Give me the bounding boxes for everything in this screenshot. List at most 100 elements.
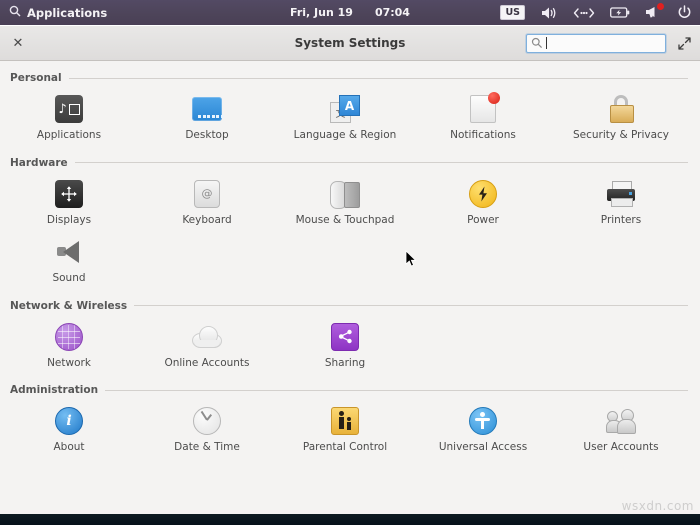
- item-label: Parental Control: [302, 441, 388, 454]
- search-icon: [531, 34, 543, 53]
- speaker-icon: [53, 236, 85, 268]
- item-label: Power: [467, 213, 499, 226]
- section-header: Hardware: [0, 154, 700, 172]
- settings-item-notifications[interactable]: Notifications: [414, 92, 552, 152]
- section-network-wireless: Network & Wireless Network Online Accoun…: [0, 297, 700, 380]
- section-header: Administration: [0, 381, 700, 399]
- search-input[interactable]: [543, 35, 661, 52]
- item-label: Universal Access: [438, 441, 528, 454]
- section-divider: [74, 162, 688, 164]
- settings-item-sound[interactable]: Sound: [0, 236, 138, 295]
- maximize-button[interactable]: [674, 33, 694, 53]
- globe-icon: [53, 321, 85, 353]
- item-label: Desktop: [185, 129, 229, 141]
- section-header: Personal: [0, 69, 700, 87]
- bottom-bar: [0, 514, 700, 525]
- item-label: Date & Time: [174, 441, 240, 454]
- settings-item-language-region[interactable]: 文A Language & Region: [276, 93, 414, 152]
- search-icon: [9, 5, 21, 20]
- settings-item-security-privacy[interactable]: Security & Privacy: [552, 93, 690, 152]
- users-icon: [605, 405, 637, 437]
- item-label: Network: [47, 356, 91, 369]
- accessibility-icon: [467, 405, 499, 437]
- titlebar-controls: [526, 33, 694, 53]
- settings-item-online-accounts[interactable]: Online Accounts: [138, 321, 276, 380]
- item-label: About: [53, 441, 85, 454]
- settings-item-network[interactable]: Network: [0, 321, 138, 380]
- notifications-icon[interactable]: [645, 2, 664, 24]
- settings-item-user-accounts[interactable]: User Accounts: [552, 405, 690, 464]
- mouse-touchpad-icon: [329, 178, 361, 210]
- section-header: Network & Wireless: [0, 297, 700, 315]
- info-icon: i: [53, 405, 85, 437]
- window-titlebar: ✕ System Settings: [0, 26, 700, 61]
- item-label: Security & Privacy: [573, 129, 669, 141]
- close-button[interactable]: ✕: [5, 30, 31, 56]
- parental-control-icon: [329, 405, 361, 437]
- item-label: Applications: [36, 129, 102, 141]
- section-divider: [134, 305, 688, 307]
- section-hardware: Hardware Displays @ Keyboard Mouse & Tou…: [0, 154, 700, 295]
- power-icon[interactable]: [677, 2, 692, 24]
- section-title: Personal: [10, 72, 62, 84]
- notifications-icon: [467, 92, 500, 125]
- volume-icon[interactable]: [540, 2, 558, 24]
- settings-item-keyboard[interactable]: @ Keyboard: [138, 178, 276, 237]
- applications-icon: ♪: [53, 93, 85, 125]
- language-region-icon: 文A: [329, 93, 361, 125]
- settings-item-date-time[interactable]: Date & Time: [138, 405, 276, 464]
- battery-icon[interactable]: [610, 2, 630, 24]
- settings-item-power[interactable]: Power: [414, 178, 552, 237]
- section-grid: Network Online Accounts Sharing: [0, 321, 700, 380]
- share-icon: [329, 321, 361, 353]
- settings-item-desktop[interactable]: Desktop: [138, 93, 276, 152]
- power-bolt-icon: [467, 178, 499, 210]
- watermark: wsxdn.com: [621, 499, 694, 513]
- search-field[interactable]: [526, 33, 666, 53]
- keyboard-icon: @: [191, 178, 223, 210]
- section-grid: i About Date & Time Parental Control Uni…: [0, 405, 700, 464]
- settings-item-displays[interactable]: Displays: [0, 178, 138, 237]
- section-divider: [68, 77, 688, 79]
- text-caret: [546, 37, 547, 49]
- section-title: Hardware: [10, 156, 68, 169]
- item-label: Mouse & Touchpad: [295, 213, 395, 226]
- item-label: Online Accounts: [164, 356, 250, 369]
- section-title: Administration: [10, 384, 99, 397]
- keyboard-layout-indicator[interactable]: US: [500, 2, 525, 24]
- item-label: Keyboard: [182, 213, 232, 226]
- applications-menu[interactable]: Applications: [0, 5, 107, 20]
- item-label: User Accounts: [583, 441, 659, 454]
- item-label: Sharing: [324, 356, 366, 369]
- item-label: Displays: [46, 213, 92, 226]
- settings-item-universal-access[interactable]: Universal Access: [414, 405, 552, 464]
- section-personal: Personal ♪ Applications Desktop A Langua…: [0, 69, 700, 152]
- settings-item-parental-control[interactable]: Parental Control: [276, 405, 414, 464]
- settings-item-printers[interactable]: Printers: [552, 178, 690, 237]
- panel-tray: US: [500, 2, 692, 24]
- section-grid: Displays @ Keyboard Mouse & Touchpad Pow…: [0, 178, 700, 295]
- section-grid: ♪ Applications Desktop 文A Language & Reg…: [0, 92, 700, 152]
- system-settings-window: ✕ System Settings Personal ♪ Application…: [0, 25, 700, 516]
- settings-content: Personal ♪ Applications Desktop A Langua…: [0, 61, 700, 516]
- network-icon[interactable]: [573, 2, 595, 24]
- clock-time: 07:04: [374, 6, 410, 19]
- clock-date: Fri, Jun 19: [290, 6, 353, 19]
- printer-icon: [605, 178, 637, 210]
- displays-icon: [53, 178, 85, 210]
- applications-menu-label: Applications: [27, 5, 108, 20]
- notification-badge: [657, 2, 664, 10]
- settings-item-applications[interactable]: ♪ Applications: [0, 93, 138, 152]
- settings-item-about[interactable]: i About: [0, 405, 138, 464]
- cloud-icon: [191, 321, 223, 353]
- top-panel: Applications Fri, Jun 19 07:04 US: [0, 0, 700, 25]
- section-administration: Administration i About Date & Time Paren…: [0, 381, 700, 464]
- section-divider: [105, 389, 688, 391]
- section-title: Network & Wireless: [10, 299, 128, 312]
- item-label: Printers: [600, 213, 642, 226]
- settings-item-sharing[interactable]: Sharing: [276, 321, 414, 380]
- settings-item-mouse-touchpad[interactable]: Mouse & Touchpad: [276, 178, 414, 237]
- lock-icon: [605, 93, 637, 125]
- item-label: Language & Region: [293, 129, 397, 141]
- item-label: Sound: [52, 272, 86, 285]
